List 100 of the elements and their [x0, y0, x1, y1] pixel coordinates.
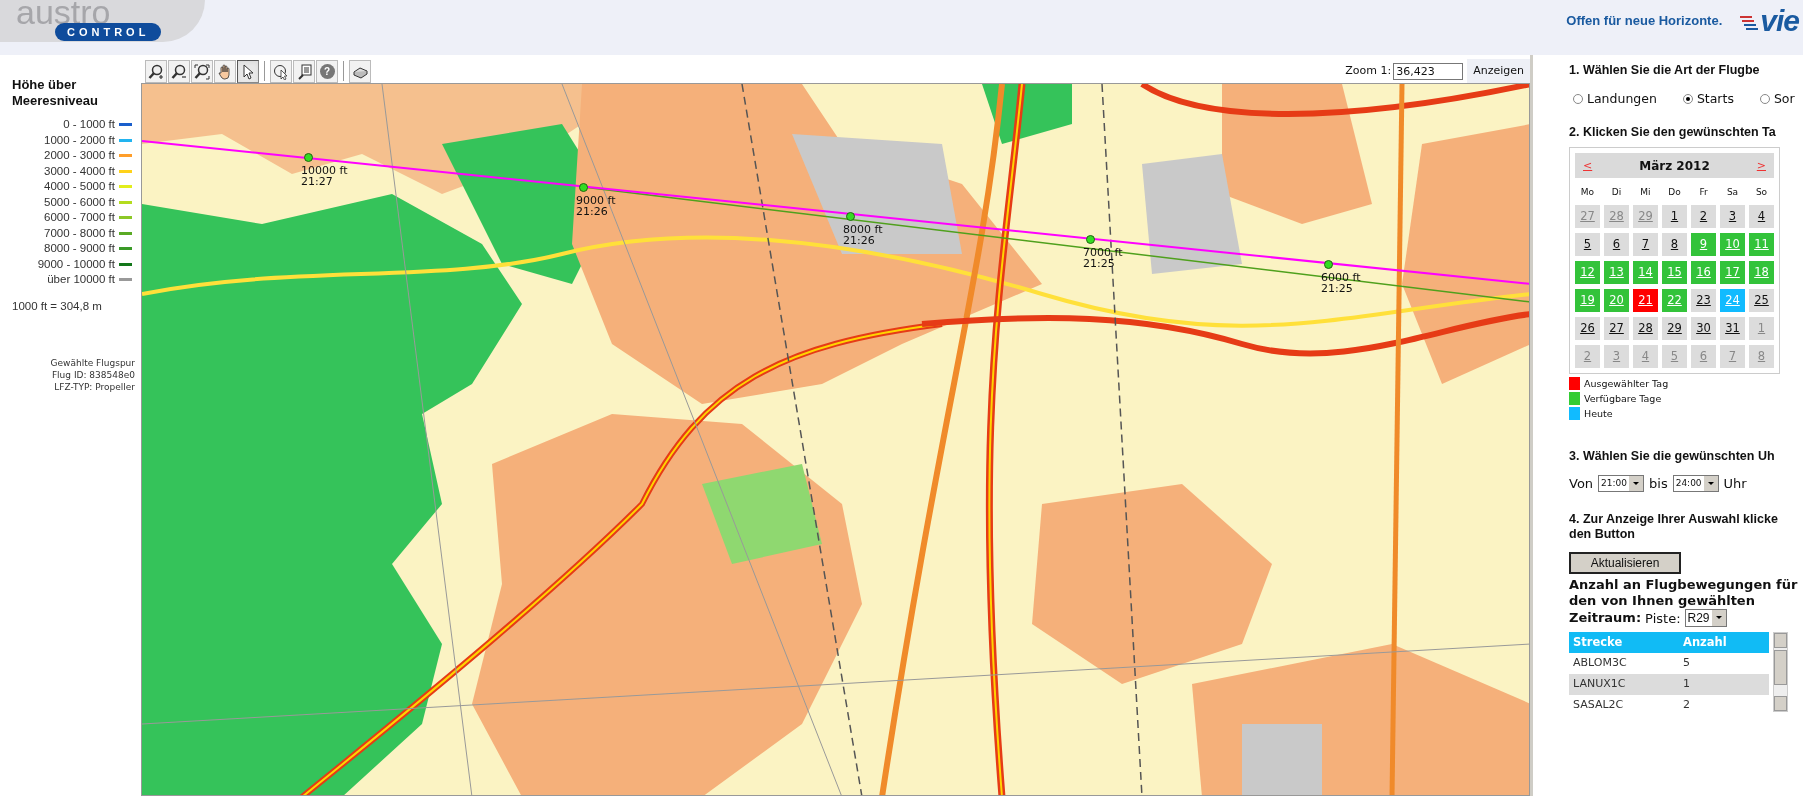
zoom-extent-button[interactable] [191, 60, 213, 83]
radio-label: Starts [1696, 89, 1734, 108]
zoom-label: Zoom 1: [1345, 62, 1392, 79]
zoom-in-icon [148, 63, 164, 80]
select-button[interactable] [270, 60, 292, 83]
waypoint-time: 21:26 [576, 206, 609, 217]
legend-label: 5000 - 6000 ft [44, 194, 115, 210]
runway-label: Piste: [1645, 609, 1681, 628]
count-title: Anzahl an Flugbewegungen für [1569, 576, 1799, 593]
print-button[interactable] [349, 60, 371, 83]
calendar-day[interactable]: 29 [1633, 205, 1658, 229]
calendar-day[interactable]: 2 [1691, 205, 1716, 229]
calendar-day[interactable]: 14 [1633, 261, 1658, 285]
calendar-day[interactable]: 12 [1575, 261, 1600, 285]
calendar-day[interactable]: 4 [1749, 205, 1774, 229]
calendar-day[interactable]: 28 [1604, 205, 1629, 229]
waypoint-time: 21:25 [1083, 258, 1116, 269]
calendar-day[interactable]: 28 [1633, 317, 1658, 341]
calendar-day[interactable]: 30 [1691, 317, 1716, 341]
calendar-day[interactable]: 23 [1691, 289, 1716, 313]
legend-label: Ausgewählter Tag [1584, 376, 1669, 391]
calendar-day[interactable]: 5 [1662, 345, 1687, 369]
calendar-day[interactable]: 15 [1662, 261, 1687, 285]
zoom-in-button[interactable] [145, 60, 167, 83]
weekday-label: Di [1610, 186, 1623, 200]
calendar-day[interactable]: 22 [1662, 289, 1687, 313]
radio-button[interactable] [1573, 94, 1583, 105]
calendar-day[interactable]: 27 [1604, 317, 1629, 341]
radio-button[interactable] [1682, 94, 1693, 105]
runway-select[interactable]: R29 [1684, 609, 1727, 628]
step-heading: 3. Wählen Sie die gewünschten Uh [1569, 448, 1776, 466]
calendar-day[interactable]: 9 [1691, 233, 1716, 257]
select-icon [273, 63, 289, 80]
pan-button[interactable] [214, 60, 236, 83]
calendar-day[interactable]: 3 [1604, 345, 1629, 369]
calendar-day[interactable]: 18 [1749, 261, 1774, 285]
waypoint-time: 21:25 [1321, 283, 1354, 294]
legend-title: Höhe über Meeresniveau [12, 77, 99, 109]
radio-button[interactable] [1759, 94, 1770, 105]
calendar-day[interactable]: 8 [1662, 233, 1687, 257]
waypoint-time: 21:26 [843, 235, 876, 246]
flight-info: Gewählte Flugspur [50, 356, 135, 369]
waypoint-time: 21:27 [301, 176, 334, 187]
time-to-select[interactable]: 24:00 [1672, 475, 1719, 493]
legend-label: über 10000 ft [47, 272, 115, 288]
info-button[interactable] [293, 60, 315, 83]
calendar-day[interactable]: 2 [1575, 345, 1600, 369]
calendar-day[interactable]: 29 [1662, 317, 1687, 341]
radio-label: Landungen [1587, 89, 1657, 108]
weekday-label: Mo [1579, 186, 1596, 200]
calendar-day[interactable]: 7 [1633, 233, 1658, 257]
calendar-day[interactable]: 16 [1691, 261, 1716, 285]
calendar-day[interactable]: 6 [1691, 345, 1716, 369]
calendar-day[interactable]: 13 [1604, 261, 1629, 285]
calendar-day[interactable]: 17 [1720, 261, 1745, 285]
calendar-day[interactable]: 5 [1575, 233, 1600, 257]
hand-icon [217, 63, 233, 80]
column-header: Strecke [1572, 633, 1624, 651]
unit-label: Uhr [1723, 475, 1747, 493]
legend-label: 9000 - 10000 ft [37, 256, 115, 272]
next-month-link[interactable]: > [1756, 157, 1766, 174]
month-title: März 2012 [1639, 157, 1710, 175]
count-title: den von Ihnen gewählten [1569, 592, 1756, 609]
legend-label: 1000 - 2000 ft [44, 132, 115, 148]
legend-label: 4000 - 5000 ft [44, 179, 115, 195]
calendar-day[interactable]: 31 [1720, 317, 1745, 341]
calendar-day[interactable]: 11 [1749, 233, 1774, 257]
calendar-day[interactable]: 25 [1749, 289, 1774, 313]
update-button[interactable]: Aktualisieren [1569, 551, 1681, 574]
calendar-day[interactable]: 7 [1720, 345, 1745, 369]
calendar-day[interactable]: 1 [1662, 205, 1687, 229]
legend-label: 6000 - 7000 ft [44, 210, 115, 226]
pointer-icon [240, 63, 256, 80]
weekday-label: So [1754, 186, 1769, 200]
airport-logo: vie [1760, 6, 1799, 36]
radio-label: Sor [1773, 89, 1795, 108]
calendar-day[interactable]: 4 [1633, 345, 1658, 369]
zoom-input[interactable]: 36,423 [1393, 62, 1464, 80]
table-cell-text: 5 [1682, 655, 1690, 672]
scrollbar[interactable] [1773, 632, 1788, 712]
calendar-day[interactable]: 27 [1575, 205, 1600, 229]
zoom-out-button[interactable] [168, 60, 190, 83]
calendar-day[interactable]: 10 [1720, 233, 1745, 257]
waypoint-altitude: 9000 ft [576, 195, 616, 206]
calendar-day[interactable]: 20 [1604, 289, 1629, 313]
table-cell-text: 2 [1682, 697, 1690, 714]
calendar-day[interactable]: 3 [1720, 205, 1745, 229]
calendar-day[interactable]: 8 [1749, 345, 1774, 369]
show-button[interactable]: Anzeigen [1467, 59, 1530, 83]
calendar-day[interactable]: 21 [1633, 289, 1658, 313]
previous-month-link[interactable]: < [1583, 157, 1593, 174]
calendar-day[interactable]: 24 [1720, 289, 1745, 313]
calendar-day[interactable]: 19 [1575, 289, 1600, 313]
table-cell-text: 1 [1682, 676, 1690, 693]
pointer-button[interactable] [237, 60, 259, 83]
calendar-day[interactable]: 1 [1749, 317, 1774, 341]
calendar-day[interactable]: 6 [1604, 233, 1629, 257]
weekday-label: Mi [1639, 186, 1652, 200]
calendar-day[interactable]: 26 [1575, 317, 1600, 341]
time-from-select[interactable]: 21:00 [1598, 475, 1644, 493]
